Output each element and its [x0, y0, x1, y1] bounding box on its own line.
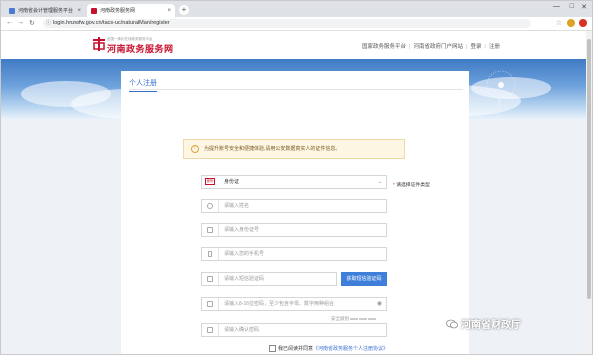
tab-label: 河南政务服务网: [100, 8, 136, 14]
register-card: 个人注册 ! 为提升账号安全和便捷体验,请用公安数据真实人的证件信息。 身份 身…: [121, 71, 469, 354]
url-text: login.hnzwfw.gov.cn/tacs-uc/naturalMan/r…: [53, 20, 170, 26]
link-national-platform[interactable]: 国家政务服务平台: [362, 44, 406, 50]
lock-icon: [202, 298, 219, 310]
tab-henan-gov-service[interactable]: 河南政务服务网 ×: [87, 4, 175, 17]
chevron-down-icon: ⌄: [377, 179, 382, 185]
agree-checkbox[interactable]: [269, 345, 276, 353]
sms-code-field[interactable]: 请输入短信验证码: [201, 272, 337, 286]
watermark-text: 河南省财政厅: [461, 320, 521, 331]
wechat-icon: [446, 319, 458, 329]
new-tab-button[interactable]: +: [179, 5, 189, 15]
info-icon[interactable]: ⓘ: [46, 19, 51, 28]
link-login[interactable]: 登录: [470, 44, 481, 50]
phone-icon: [202, 248, 219, 260]
link-register[interactable]: 注册: [489, 44, 500, 50]
phone-field[interactable]: 请输入您的手机号: [201, 247, 387, 261]
close-window-button[interactable]: ✕: [581, 3, 587, 11]
favicon-icon: [91, 7, 97, 14]
agreement-row: 我已阅读并同意《河南省政务服务个人注册协议》: [269, 345, 388, 353]
name-field[interactable]: 请输入姓名: [201, 199, 387, 213]
forward-icon[interactable]: →: [17, 19, 24, 26]
page-viewport: 全国一体化在线政务服务平台 河南政务服务网 国家政务服务平台 | 河南省政府门户网站…: [1, 31, 592, 354]
name-placeholder: 请输入姓名: [224, 203, 250, 209]
get-sms-code-button[interactable]: 获取短信验证码: [341, 272, 387, 286]
bookmark-star-icon[interactable]: ☆: [556, 19, 562, 27]
eye-icon[interactable]: ◉: [377, 298, 382, 310]
minimize-button[interactable]: —: [553, 3, 560, 10]
password-field[interactable]: 请输入8-16位密码，至少包含字母、数字两种组合 ◉: [201, 297, 387, 311]
sms-code-placeholder: 请输入短信验证码: [224, 276, 265, 282]
id-type-select[interactable]: 身份 身份证 ⌄: [201, 175, 387, 189]
favicon-icon: [9, 7, 15, 14]
phone-placeholder: 请输入您的手机号: [224, 251, 265, 257]
logo-name[interactable]: 河南政务服务网: [107, 42, 174, 55]
tab-bar: 河南省会计管理服务平台 × 河南政务服务网 × + — □ ✕: [1, 1, 592, 17]
agreement-link[interactable]: 《河南省政务服务个人注册协议》: [313, 346, 388, 352]
scrollbar[interactable]: [586, 31, 592, 354]
site-header: 全国一体化在线政务服务平台 河南政务服务网 国家政务服务平台 | 河南省政府门户网站…: [1, 31, 592, 59]
id-number-placeholder: 请输入身份证号: [224, 227, 260, 233]
confirm-password-placeholder: 请输入确认密码: [224, 327, 260, 333]
lock-icon: [202, 324, 219, 336]
divider: [129, 89, 463, 90]
back-icon[interactable]: ←: [6, 19, 13, 26]
address-bar[interactable]: ⓘ login.hnzwfw.gov.cn/tacs-uc/naturalMan…: [43, 19, 531, 28]
dandelion-icon: [486, 70, 516, 119]
extension-icon[interactable]: [579, 19, 587, 27]
password-placeholder: 请输入8-16位密码，至少包含字母、数字两种组合: [224, 301, 335, 307]
password-strength: 安全级别: [331, 316, 376, 322]
maximize-button[interactable]: □: [570, 3, 574, 10]
address-toolbar: ← → ↻ ⓘ login.hnzwfw.gov.cn/tacs-uc/natu…: [1, 17, 592, 31]
user-icon: [202, 200, 219, 212]
tab-accounting-platform[interactable]: 河南省会计管理服务平台 ×: [5, 4, 85, 17]
notice-text: 为提升账号安全和便捷体验,请用公安数据真实人的证件信息。: [204, 146, 341, 152]
id-number-field[interactable]: 请输入身份证号: [201, 223, 387, 237]
id-type-hint: * 请选择证件类型: [393, 183, 430, 188]
close-tab-icon[interactable]: ×: [77, 8, 81, 14]
top-links: 国家政务服务平台 | 河南省政府门户网站 | 登录 / 注册: [362, 44, 500, 50]
scroll-thumb[interactable]: [587, 39, 591, 299]
confirm-password-field[interactable]: 请输入确认密码: [201, 323, 387, 337]
id-card-icon: 身份: [205, 178, 215, 185]
id-card-icon: [202, 224, 219, 236]
browser-window: 河南省会计管理服务平台 × 河南政务服务网 × + — □ ✕ ← → ↻ ⓘ …: [0, 0, 593, 355]
notice-banner: ! 为提升账号安全和便捷体验,请用公安数据真实人的证件信息。: [183, 139, 405, 159]
henan-logo-icon: [93, 37, 105, 51]
tab-label: 河南省会计管理服务平台: [18, 8, 74, 14]
link-henan-portal[interactable]: 河南省政府门户网站: [413, 44, 463, 50]
warning-icon: !: [191, 145, 199, 153]
message-icon: [202, 273, 219, 285]
reload-icon[interactable]: ↻: [29, 19, 35, 27]
agree-text: 我已阅读并同意: [278, 346, 314, 352]
profile-avatar-icon[interactable]: [567, 19, 575, 27]
close-tab-icon[interactable]: ×: [167, 8, 171, 14]
id-type-value: 身份证: [224, 179, 240, 185]
